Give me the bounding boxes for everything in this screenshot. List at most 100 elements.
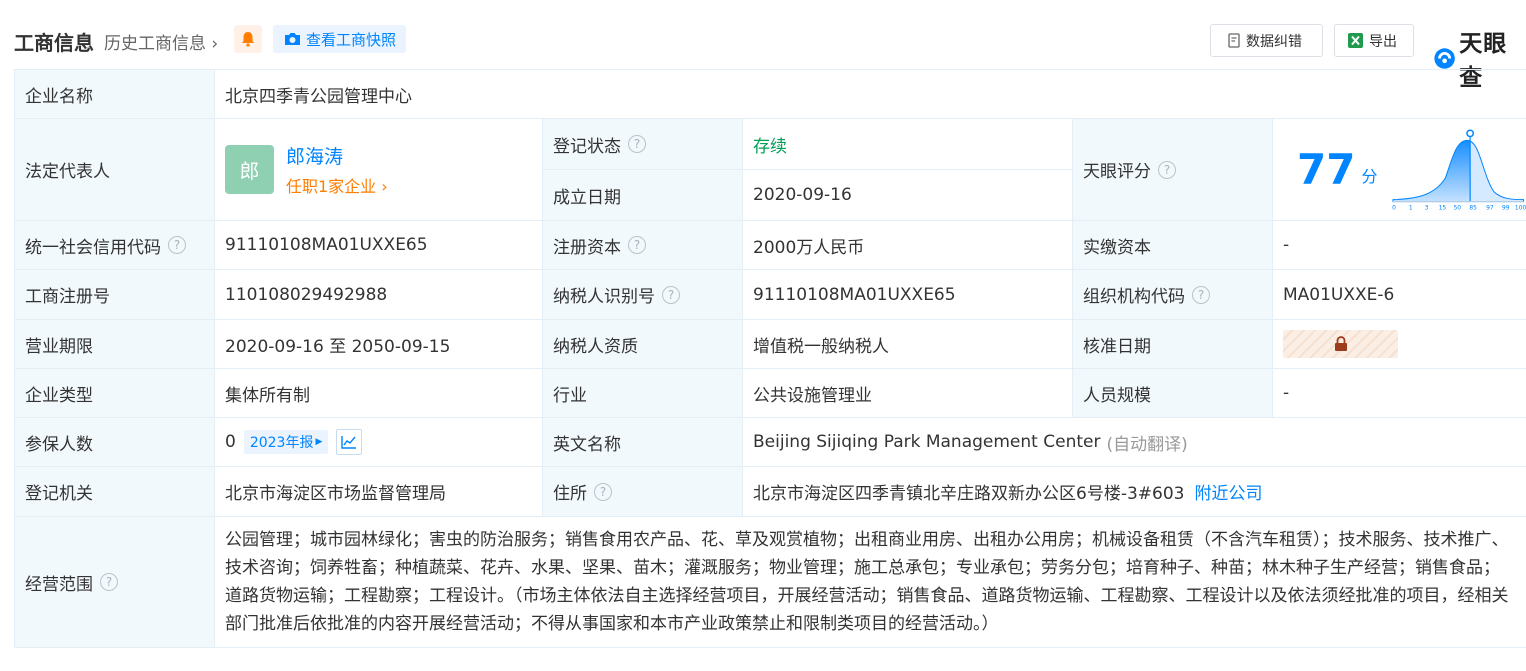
score-axis-tick: 0 [1393,204,1397,211]
taxpayer-type: 增值税一般纳税人 [743,320,1073,369]
bell-icon [242,32,254,47]
lock-icon [1334,336,1347,351]
approval-date-cell [1273,320,1526,369]
company-type: 集体所有制 [215,369,543,418]
score-unit: 分 [1361,166,1378,186]
camera-icon [285,33,300,45]
reg-capital-label: 注册资本 [553,237,621,258]
reg-capital-label-cell: 注册资本? [543,221,743,270]
legal-rep-positions: 任职1家企业 [286,177,377,196]
insured-label: 参保人数 [15,418,215,467]
help-icon[interactable]: ? [1158,160,1176,179]
address: 北京市海淀区四季青镇北辛庄路双新办公区6号楼-3#603 [753,484,1185,504]
nearby-companies-link[interactable]: 附近公司 [1194,479,1262,504]
insured-count: 0 [225,432,236,452]
approval-date-label: 核准日期 [1073,320,1273,369]
org-code: MA01UXXE-6 [1273,270,1526,320]
paid-capital: - [1273,221,1526,270]
help-icon[interactable]: ? [100,573,118,591]
score-axis-tick: 100 [1515,204,1526,211]
org-code-label: 组织机构代码 [1083,287,1185,307]
triangle-right-icon: ▶ [315,437,323,447]
help-icon[interactable]: ? [594,482,612,501]
credit-code: 91110108MA01UXXE65 [215,221,543,270]
reg-number: 110108029492988 [215,270,543,320]
legal-rep-positions-link[interactable]: 任职1家企业 › [286,173,388,197]
chevron-right-icon: › [206,34,219,54]
export-button[interactable]: 导出 [1334,24,1414,57]
authority-label: 登记机关 [15,467,215,517]
paid-capital-label: 实缴资本 [1073,221,1273,270]
score-axis-tick: 50 [1454,204,1462,211]
company-name: 北京四季青公园管理中心 [215,70,1526,119]
data-correction-button[interactable]: 数据纠错 [1210,24,1323,57]
term-label: 营业期限 [15,320,215,369]
company-type-label: 企业类型 [15,369,215,418]
logo-mark-icon [1434,47,1455,69]
score-display: 77 分 [1297,144,1378,194]
industry: 公共设施管理业 [743,369,1073,418]
monitor-bell-button[interactable] [234,25,262,53]
annual-report-link[interactable]: 2023年报 ▶ [243,430,329,454]
score-axis-tick: 97 [1487,204,1495,211]
address-label: 住所 [553,484,587,504]
score-cell: 77 分 0 1 3 15 50 85 97 99 100 [1273,119,1526,221]
score-axis-tick: 1 [1409,204,1413,211]
edit-doc-icon [1228,33,1241,48]
scope-label-cell: 经营范围? [15,517,215,648]
legal-rep-cell: 郎 郎海涛 任职1家企业 › [215,119,543,221]
taxpayer-id-label-cell: 纳税人识别号? [543,270,743,320]
scope-label: 经营范围 [25,574,93,595]
history-link[interactable]: 历史工商信息 › [104,29,218,54]
status-label-cell: 登记状态? [543,119,743,170]
auto-translate-note: (自动翻译) [1106,434,1188,455]
established-date: 2020-09-16 [743,170,1073,221]
help-icon[interactable]: ? [662,285,680,304]
score-axis-tick: 15 [1439,204,1447,211]
legal-rep-name[interactable]: 郎海涛 [286,142,388,169]
export-label: 导出 [1369,33,1397,50]
term: 2020-09-16 至 2050-09-15 [215,320,543,369]
english-name: Beijing Sijiqing Park Management Center [753,432,1101,452]
legal-rep-label: 法定代表人 [15,119,215,221]
business-scope: 公园管理；城市园林绿化；害虫的防治服务；销售食用农产品、花、草及观赏植物；出租商… [215,517,1526,648]
snapshot-button[interactable]: 查看工商快照 [273,25,406,53]
score-label: 天眼评分 [1083,162,1151,182]
score-axis-tick: 3 [1425,204,1429,211]
excel-icon [1347,32,1364,49]
help-icon[interactable]: ? [168,236,186,254]
taxpayer-type-label: 纳税人资质 [543,320,743,369]
taxpayer-id: 91110108MA01UXXE65 [743,270,1073,320]
data-correction-label: 数据纠错 [1246,33,1302,50]
status-label: 登记状态 [553,136,621,157]
english-name-label: 英文名称 [543,418,743,467]
address-cell: 北京市海淀区四季青镇北辛庄路双新办公区6号楼-3#603 附近公司 [743,467,1526,517]
reg-capital: 2000万人民币 [743,221,1073,270]
score-value: 77 [1297,144,1356,194]
snapshot-label: 查看工商快照 [306,30,397,49]
status-value: 存续 [743,119,1073,170]
english-name-cell: Beijing Sijiqing Park Management Center … [743,418,1526,467]
line-chart-icon [341,436,357,449]
score-axis-tick: 85 [1470,204,1478,211]
help-icon[interactable]: ? [628,236,646,254]
established-label: 成立日期 [543,170,743,221]
help-icon[interactable]: ? [628,135,646,153]
trend-chart-button[interactable] [336,429,363,455]
help-icon[interactable]: ? [1192,285,1210,304]
authority: 北京市海淀区市场监督管理局 [215,467,543,517]
insured-cell: 0 2023年报 ▶ [215,418,543,467]
industry-label: 行业 [543,369,743,418]
org-code-label-cell: 组织机构代码? [1073,270,1273,320]
chevron-right-icon: › [376,177,388,196]
score-axis-tick: 99 [1502,204,1510,211]
credit-code-label-cell: 统一社会信用代码? [15,221,215,270]
section-title: 工商信息 [14,31,94,55]
avatar: 郎 [225,145,274,194]
credit-code-label: 统一社会信用代码 [25,237,161,258]
locked-value[interactable] [1283,330,1398,358]
staff-size-label: 人员规模 [1073,369,1273,418]
staff-size: - [1273,369,1526,418]
history-link-label: 历史工商信息 [104,34,206,54]
score-distribution-chart: 0 1 3 15 50 85 97 99 100 [1393,128,1526,211]
